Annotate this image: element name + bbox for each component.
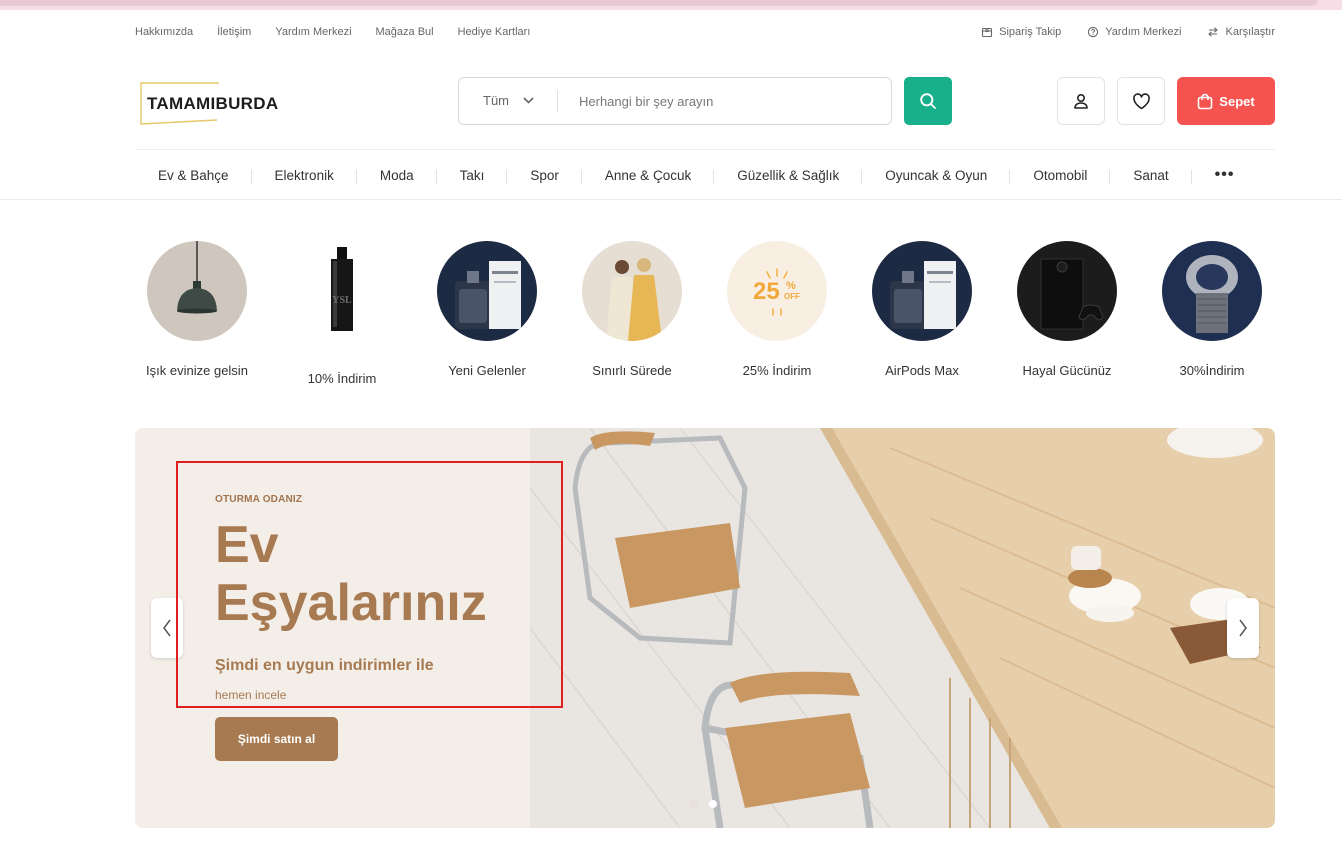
discount-badge-image: 25 % OFF (727, 241, 827, 341)
pagination-dot[interactable] (690, 800, 698, 808)
search-input[interactable] (579, 90, 869, 112)
highlight-box (176, 461, 563, 708)
air-purifier-image (1162, 241, 1262, 341)
search-category-select[interactable]: Tüm (483, 93, 534, 108)
compare-arrows-icon (1208, 27, 1219, 37)
compare-link[interactable]: Karşılaştır (1207, 26, 1275, 38)
search-divider (557, 90, 558, 112)
top-link-gift-cards[interactable]: Hediye Kartları (458, 26, 531, 38)
hero-dining-photo (529, 428, 1275, 828)
category-jewelry[interactable]: Takı (437, 168, 508, 184)
chevron-down-icon (523, 97, 534, 104)
category-art[interactable]: Sanat (1110, 168, 1192, 184)
game-console-image (1017, 241, 1117, 341)
pagination-dot-active[interactable] (709, 800, 717, 808)
site-logo[interactable]: TAMAMIBURDA (139, 81, 299, 125)
phantom-perfume-image (872, 241, 972, 341)
more-categories-icon[interactable]: ••• (1192, 166, 1258, 184)
hero-next-button[interactable] (1227, 598, 1259, 658)
featured-label: Hayal Gücünüz (1022, 363, 1112, 378)
featured-item[interactable]: Sınırlı Sürede (570, 240, 694, 378)
top-links: Hakkımızda İletişim Yardım Merkezi Mağaz… (135, 26, 530, 38)
nav-divider (0, 199, 1342, 200)
package-icon (982, 27, 993, 38)
featured-item[interactable]: 30%İndirim (1150, 240, 1274, 378)
featured-item[interactable]: 25 % OFF 25% İndirim (715, 240, 839, 378)
help-center-label: Yardım Merkezi (1105, 26, 1182, 38)
featured-item[interactable]: Yeni Gelenler (425, 240, 549, 378)
perfume-bottle-image: YSL (292, 241, 392, 349)
featured-categories: Işık evinize gelsin YSL 10% İndirim Yeni… (135, 240, 1275, 410)
chevron-right-icon (1239, 619, 1247, 637)
browser-scrollbar (0, 0, 1318, 6)
featured-item[interactable]: Hayal Gücünüz (1005, 240, 1129, 378)
logo-text: TAMAMIBURDA (147, 94, 279, 113)
featured-item[interactable]: YSL 10% İndirim (280, 240, 404, 386)
top-link-contact[interactable]: İletişim (217, 26, 251, 38)
search-category-value: Tüm (483, 93, 509, 108)
category-electronics[interactable]: Elektronik (252, 168, 358, 184)
featured-item[interactable]: AirPods Max (860, 240, 984, 378)
svg-text:YSL: YSL (332, 295, 352, 306)
search-button[interactable] (904, 77, 952, 125)
category-fashion[interactable]: Moda (357, 168, 437, 184)
user-icon (1074, 93, 1088, 109)
two-women-fashion-image (582, 241, 682, 341)
cart-button[interactable]: Sepet (1177, 77, 1275, 125)
category-nav: Ev & Bahçe Elektronik Moda Takı Spor Ann… (135, 150, 1275, 200)
pendant-lamp-image (147, 241, 247, 341)
cart-label: Sepet (1219, 93, 1255, 109)
top-link-help[interactable]: Yardım Merkezi (275, 26, 351, 38)
badge-off: OFF (784, 292, 800, 301)
top-right-links: Sipariş Takip Yardım Merkezi Karşılaştır (981, 26, 1275, 38)
featured-label: 10% İndirim (307, 371, 377, 386)
featured-item[interactable]: Işık evinize gelsin (135, 240, 259, 378)
shop-now-button[interactable]: Şimdi satın al (215, 717, 338, 761)
shopping-bag-icon (1197, 93, 1213, 109)
wishlist-button[interactable] (1117, 77, 1165, 125)
category-automotive[interactable]: Otomobil (1010, 168, 1111, 184)
category-sports[interactable]: Spor (507, 168, 582, 184)
top-link-store-finder[interactable]: Mağaza Bul (376, 26, 434, 38)
phantom-perfume-image (437, 241, 537, 341)
top-link-about[interactable]: Hakkımızda (135, 26, 193, 38)
featured-label: Yeni Gelenler (448, 363, 526, 378)
chevron-left-icon (163, 619, 171, 637)
account-button[interactable] (1057, 77, 1105, 125)
search-icon (920, 93, 936, 109)
order-tracking-label: Sipariş Takip (999, 26, 1062, 38)
badge-percent: 25 (753, 278, 780, 305)
category-mother-child[interactable]: Anne & Çocuk (582, 168, 715, 184)
heart-icon (1132, 92, 1150, 109)
help-center-link[interactable]: Yardım Merkezi (1087, 26, 1181, 38)
top-utility-bar: Hakkımızda İletişim Yardım Merkezi Mağaz… (135, 24, 1275, 42)
help-circle-icon (1088, 26, 1099, 38)
featured-label: Işık evinize gelsin (146, 363, 248, 378)
featured-label: 30%İndirim (1179, 363, 1245, 378)
hero-pagination (690, 800, 717, 808)
browser-top-strip (0, 0, 1342, 10)
category-toys-games[interactable]: Oyuncak & Oyun (862, 168, 1011, 184)
featured-label: 25% İndirim (742, 363, 812, 378)
badge-sign: % (786, 280, 796, 292)
featured-label: AirPods Max (885, 363, 959, 378)
search-bar: Tüm (458, 77, 892, 125)
category-beauty-health[interactable]: Güzellik & Sağlık (714, 168, 863, 184)
order-tracking-link[interactable]: Sipariş Takip (981, 26, 1061, 38)
compare-label: Karşılaştır (1225, 26, 1275, 38)
category-home-garden[interactable]: Ev & Bahçe (135, 168, 252, 184)
featured-label: Sınırlı Sürede (592, 363, 672, 378)
